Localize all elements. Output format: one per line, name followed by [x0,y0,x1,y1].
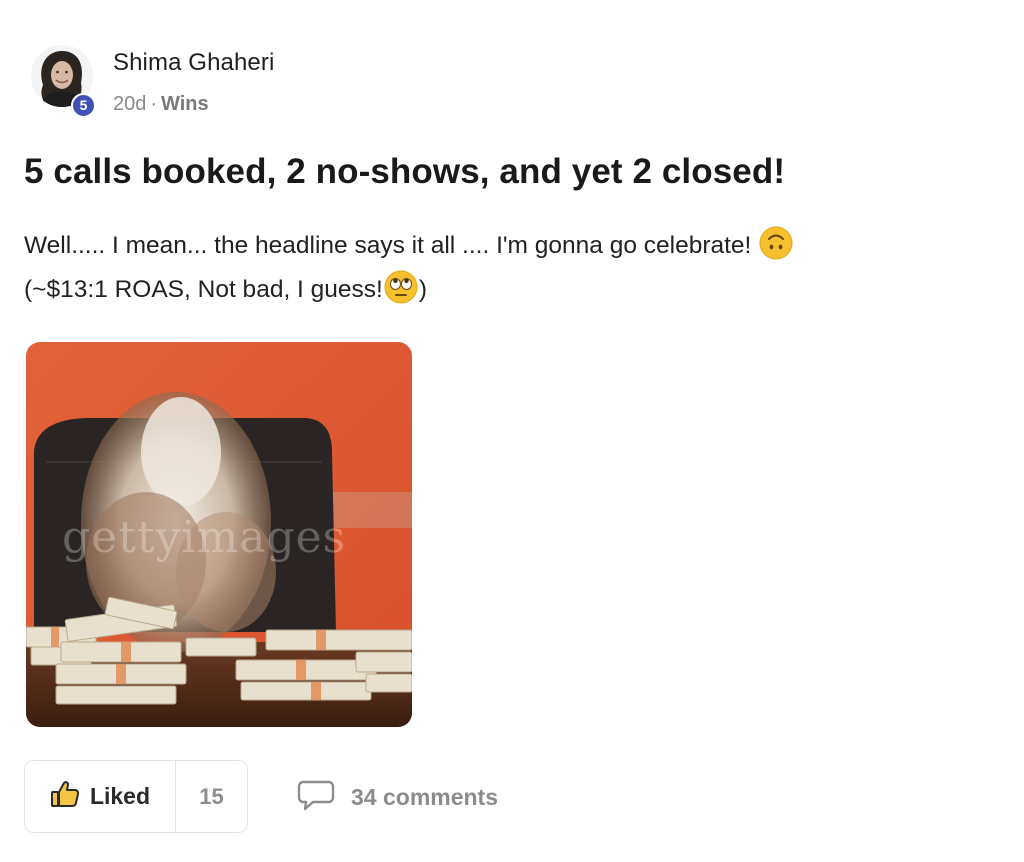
meta-separator: · [150,93,158,115]
comments-button[interactable]: 34 comments [297,778,498,816]
level-badge: 5 [71,93,96,118]
like-button[interactable]: Liked [25,761,176,832]
like-label: Liked [89,783,151,809]
post-body-text-3: ) [418,276,428,303]
post-body-line-2: (~$13:1 ROAS, Not bad, I guess! ) [24,268,984,312]
image-watermark: gettyimages [62,512,347,563]
author-name[interactable]: Shima Ghaheri [113,49,274,77]
thumbs-up-icon [50,780,80,813]
post-body-line-1: Well..... I mean... the headline says it… [24,224,984,268]
post-category[interactable]: Wins [161,93,209,115]
post-body: Well..... I mean... the headline says it… [24,224,984,312]
post-title[interactable]: 5 calls booked, 2 no-shows, and yet 2 cl… [24,152,785,192]
like-count[interactable]: 15 [176,761,247,832]
comments-label: 34 comments [351,783,499,810]
like-group: Liked 15 [24,760,248,833]
post-meta: 20d · Wins [113,93,209,116]
post-body-text-2: (~$13:1 ROAS, Not bad, I guess! [24,276,383,303]
comment-bubble-icon [297,779,335,816]
post-gif-image[interactable]: gettyimages [26,342,412,727]
rolling-eyes-face-icon [384,270,418,304]
upside-down-face-icon [759,226,793,260]
author-avatar[interactable]: 5 [31,45,96,118]
post-time[interactable]: 20d [113,93,146,115]
post-card: 5 Shima Ghaheri 20d · Wins 5 calls booked,… [0,0,1024,862]
post-body-text-1: Well..... I mean... the headline says it… [24,232,752,259]
